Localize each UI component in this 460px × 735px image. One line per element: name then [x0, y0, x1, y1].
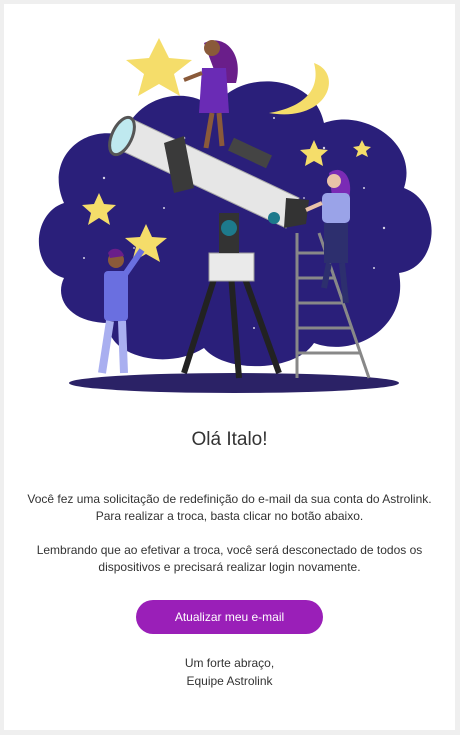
update-email-button[interactable]: Atualizar meu e-mail [136, 600, 323, 634]
logout-warning-paragraph: Lembrando que ao efetivar a troca, você … [20, 542, 439, 576]
signoff-line: Equipe Astrolink [186, 674, 273, 688]
paragraph-line: Lembrando que ao efetivar a troca, você … [36, 543, 423, 557]
email-signoff: Um forte abraço, Equipe Astrolink [4, 654, 455, 690]
paragraph-line: dispositivos e precisará realizar login … [98, 560, 361, 574]
stargazing-illustration [38, 38, 432, 393]
paragraph-line: Para realizar a troca, basta clicar no b… [95, 509, 364, 523]
signoff-line: Um forte abraço, [184, 656, 275, 670]
paragraph-line: Você fez uma solicitação de redefinição … [27, 492, 432, 506]
greeting-heading: Olá Italo! [191, 429, 268, 450]
reset-info-paragraph: Você fez uma solicitação de redefinição … [20, 491, 439, 525]
email-card: Olá Italo! Você fez uma solicitação de r… [4, 4, 455, 730]
